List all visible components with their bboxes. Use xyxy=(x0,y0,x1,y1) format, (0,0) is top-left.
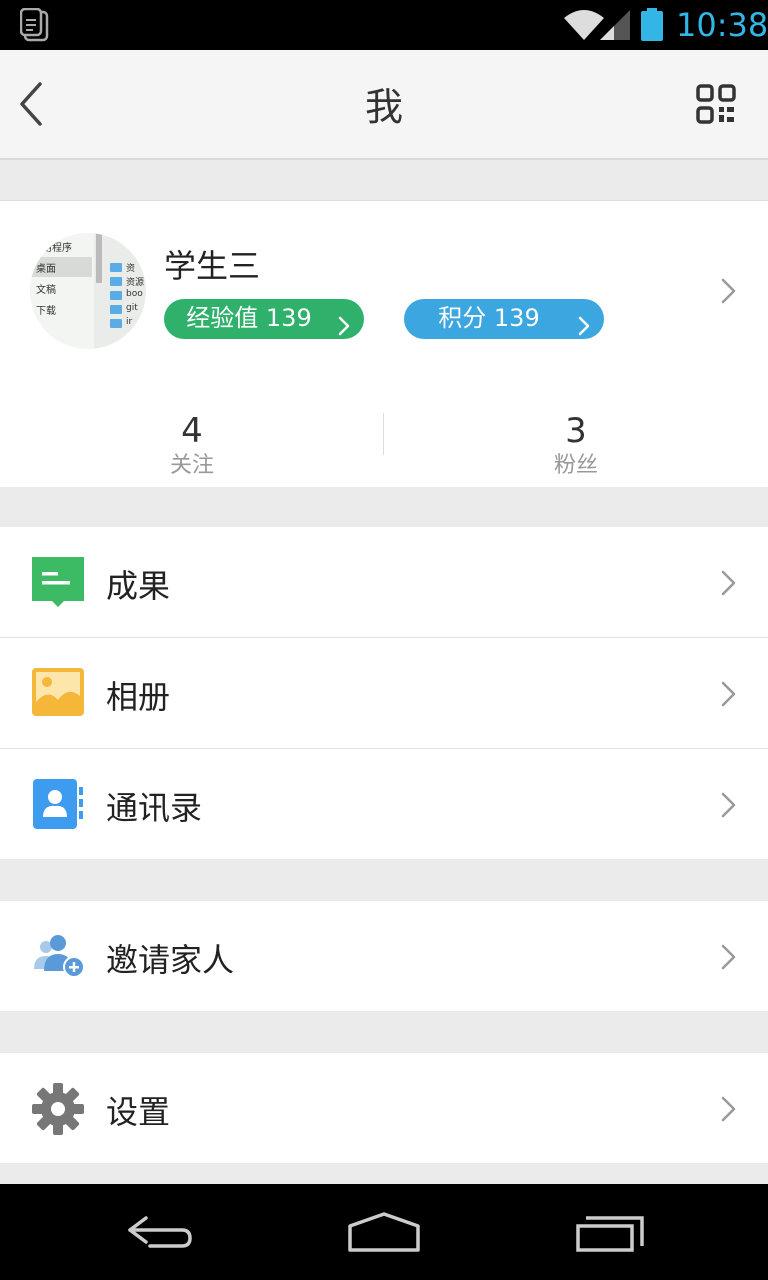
status-time: 10:38 xyxy=(676,6,768,44)
avatar-file: 资源 xyxy=(126,278,145,288)
contacts-label: 通讯录 xyxy=(106,789,203,827)
chevron-right-icon xyxy=(720,680,738,712)
stats-bar: 4 关注 3 粉丝 xyxy=(0,381,768,487)
avatar-line: 文稿 xyxy=(36,285,56,296)
recent-apps-icon[interactable] xyxy=(574,1212,646,1256)
avatar-scrollbar xyxy=(96,233,102,283)
folder-icon xyxy=(110,291,122,300)
user-name: 学生三 xyxy=(164,247,261,285)
followers-count: 3 xyxy=(565,411,587,451)
profile-card[interactable]: 用程序 桌面 文稿 下载 资 资源 boo git ir 学生三 经验值 139… xyxy=(0,200,768,382)
following-count: 4 xyxy=(181,411,203,451)
invite-family-label: 邀请家人 xyxy=(106,941,235,979)
avatar-file: ir xyxy=(126,317,133,327)
settings-label: 设置 xyxy=(106,1093,171,1131)
avatar-file: 资 xyxy=(126,264,136,274)
chevron-right-icon xyxy=(720,943,738,975)
avatar-file: git xyxy=(126,303,138,313)
gear-icon xyxy=(30,1081,86,1137)
menu-item-achievements[interactable]: 成果 xyxy=(0,527,768,637)
chevron-right-icon xyxy=(720,277,738,309)
avatar-file: boo xyxy=(126,289,143,299)
chevron-right-icon xyxy=(720,791,738,823)
avatar-line: 用程序 xyxy=(42,243,72,254)
followers-label: 粉丝 xyxy=(553,453,598,478)
following-stat[interactable]: 4 关注 xyxy=(0,411,384,481)
battery-icon xyxy=(640,8,664,46)
notification-icon xyxy=(19,7,52,46)
back-icon[interactable] xyxy=(124,1212,196,1256)
achievements-label: 成果 xyxy=(106,567,171,605)
cell-signal-icon xyxy=(600,10,632,44)
avatar-line: 桌面 xyxy=(36,264,56,275)
achievements-icon xyxy=(30,555,86,611)
chevron-right-icon xyxy=(338,309,350,347)
menu-item-contacts[interactable]: 通讯录 xyxy=(0,749,768,859)
folder-icon xyxy=(110,263,122,272)
menu-item-settings[interactable]: 设置 xyxy=(0,1053,768,1163)
folder-icon xyxy=(110,319,122,328)
header-bar: 我 xyxy=(0,50,768,160)
invite-family-icon xyxy=(30,929,86,985)
menu-item-album[interactable]: 相册 xyxy=(0,638,768,748)
folder-icon xyxy=(110,277,122,286)
avatar-line: 下载 xyxy=(36,306,56,317)
experience-label: 经验值 139 xyxy=(186,304,312,332)
chevron-right-icon xyxy=(720,569,738,601)
album-label: 相册 xyxy=(106,678,171,716)
contacts-icon xyxy=(30,777,86,833)
folder-icon xyxy=(110,305,122,314)
avatar[interactable]: 用程序 桌面 文稿 下载 资 资源 boo git ir xyxy=(30,233,146,349)
album-icon xyxy=(30,666,86,722)
wifi-icon xyxy=(564,10,604,44)
followers-stat[interactable]: 3 粉丝 xyxy=(384,411,768,481)
experience-badge[interactable]: 经验值 139 xyxy=(164,299,364,339)
following-label: 关注 xyxy=(169,453,214,478)
points-label: 积分 139 xyxy=(438,304,540,332)
chevron-right-icon xyxy=(578,309,590,347)
home-icon[interactable] xyxy=(346,1212,422,1256)
points-badge[interactable]: 积分 139 xyxy=(404,299,604,339)
qr-code-icon[interactable] xyxy=(696,84,736,128)
system-nav-bar xyxy=(0,1184,768,1280)
page-title: 我 xyxy=(364,85,403,129)
status-bar: 10:38 xyxy=(0,0,768,50)
chevron-right-icon xyxy=(720,1095,738,1127)
menu-item-invite-family[interactable]: 邀请家人 xyxy=(0,901,768,1011)
